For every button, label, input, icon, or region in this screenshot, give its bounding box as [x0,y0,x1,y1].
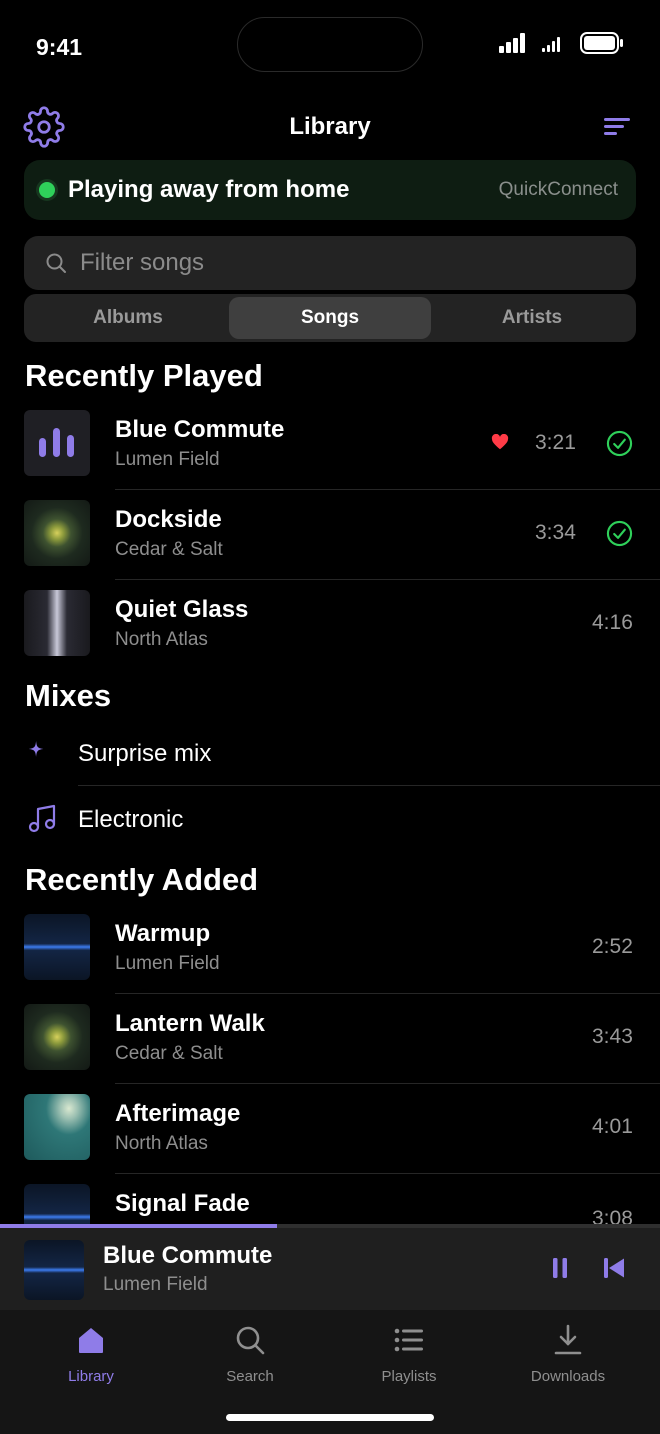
song-duration: 2:52 [592,935,633,958]
song-artist: Cedar & Salt [115,539,223,560]
tab-playlists[interactable]: Playlists [339,1322,479,1385]
status-bar: 9:41 [0,0,660,90]
search-icon [236,1326,265,1355]
song-duration: 4:16 [592,611,633,634]
status-icons [499,32,624,54]
search-box[interactable] [24,236,636,290]
now-playing-artist: Lumen Field [103,1274,208,1295]
song-row[interactable]: Dockside Cedar & Salt 3:34 [0,490,660,580]
search-icon [46,253,66,273]
song-row[interactable]: Blue Commute Lumen Field 3:21 [0,400,660,490]
cellular-signal-icon [499,33,525,53]
mini-player[interactable]: Blue Commute Lumen Field [0,1228,660,1310]
wifi-signal-icon [542,37,560,52]
status-time: 9:41 [36,34,83,60]
recently-added-heading: Recently Added [25,862,259,897]
song-row[interactable]: Quiet Glass North Atlas 4:16 [0,580,660,670]
mix-row[interactable]: Electronic [0,786,660,852]
segment-albums[interactable]: Albums [27,297,229,339]
sort-menu-icon[interactable] [604,114,632,140]
connection-banner[interactable]: Playing away from home QuickConnect [24,160,636,220]
playlists-icon [394,1328,423,1352]
music-note-icon [28,804,56,833]
connection-status-dot [39,182,55,198]
song-title: Signal Fade [115,1190,250,1217]
song-title: Dockside [115,506,222,533]
pause-icon[interactable] [546,1254,574,1282]
song-title: Warmup [115,920,211,947]
tab-label: Search [226,1368,274,1385]
page-title: Library [289,113,371,140]
song-artist: Lumen Field [115,449,220,470]
segment-artists[interactable]: Artists [431,297,633,339]
album-art [24,590,90,656]
previous-track-icon[interactable] [600,1254,628,1282]
song-duration: 4:01 [592,1115,633,1138]
song-artist: Lumen Field [115,953,220,974]
song-artist: North Atlas [115,629,208,650]
now-playing-art [24,1240,84,1300]
library-segmented-control: Albums Songs Artists [24,294,636,342]
filter-songs-input[interactable] [80,249,580,277]
album-art [24,1004,90,1070]
song-duration: 3:08 [592,1207,633,1224]
album-art [24,1184,90,1224]
song-duration: 3:43 [592,1025,633,1048]
tab-label: Playlists [381,1368,437,1385]
downloaded-check-icon [606,520,633,547]
home-indicator [226,1414,434,1421]
album-art [24,500,90,566]
connection-status-text: Playing away from home [68,176,350,203]
tab-label: Library [68,1368,114,1385]
album-art [24,1094,90,1160]
nav-bar: Library [0,100,660,154]
mix-label: Electronic [78,806,184,833]
download-icon [554,1324,582,1355]
song-row[interactable]: Signal Fade 3:08 [0,1174,660,1224]
now-playing-title: Blue Commute [103,1242,273,1269]
song-title: Blue Commute [115,416,285,443]
album-art [24,410,90,476]
song-row[interactable]: Warmup Lumen Field 2:52 [0,904,660,994]
tab-search[interactable]: Search [180,1322,320,1385]
song-row[interactable]: Lantern Walk Cedar & Salt 3:43 [0,994,660,1084]
library-icon [79,1328,103,1353]
battery-icon [580,32,623,54]
recently-played-heading: Recently Played [25,358,263,393]
song-title: Lantern Walk [115,1010,265,1037]
album-art [24,914,90,980]
equalizer-bars-icon [39,428,74,457]
dynamic-island [237,17,423,72]
tab-library[interactable]: Library [21,1322,161,1385]
song-artist: North Atlas [115,1133,208,1154]
downloaded-check-icon [606,430,633,457]
tab-label: Downloads [530,1368,606,1385]
mix-row[interactable]: Surprise mix [0,720,660,786]
song-artist: Cedar & Salt [115,1043,223,1064]
quickconnect-link[interactable]: QuickConnect [499,179,618,201]
mix-label: Surprise mix [78,740,212,767]
song-duration: 3:21 [535,431,576,454]
song-title: Afterimage [115,1100,241,1127]
mixes-heading: Mixes [25,678,112,713]
song-duration: 3:34 [535,521,576,544]
song-row[interactable]: Afterimage North Atlas 4:01 [0,1084,660,1174]
favorite-heart-icon[interactable] [491,434,509,450]
sparkle-icon [28,741,44,757]
song-title: Quiet Glass [115,596,249,623]
segment-songs[interactable]: Songs [229,297,431,339]
tab-downloads[interactable]: Downloads [498,1322,638,1385]
